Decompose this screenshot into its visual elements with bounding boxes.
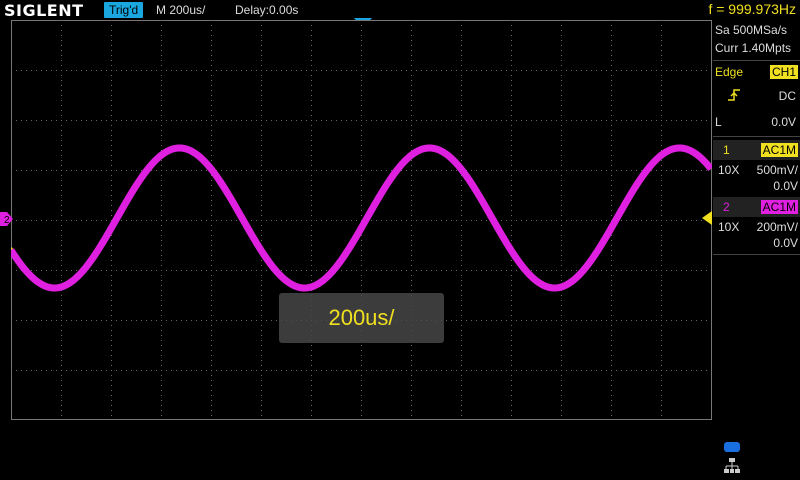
ch2-coupling-badge: AC1M: [760, 200, 798, 214]
network-icon: [724, 458, 740, 473]
waveform-display[interactable]: [11, 20, 712, 420]
trigger-level: 0.0V: [771, 115, 796, 129]
ch2-number: 2: [723, 200, 730, 214]
divider: [713, 254, 800, 255]
delay-label[interactable]: Delay:0.00s: [235, 3, 298, 17]
ch1-offset: 0.0V: [773, 179, 798, 193]
ch1-coupling-badge: AC1M: [760, 143, 798, 157]
timebase-popup-text: 200us/: [328, 305, 395, 330]
siglent-logo: SIGLENT: [4, 1, 84, 20]
ch1-probe: 10X: [718, 163, 740, 177]
divider: [713, 60, 800, 61]
ch2-scale: 200mV/: [756, 220, 798, 234]
divider: [713, 136, 800, 137]
rising-edge-icon: [728, 89, 740, 101]
usb-icon: [724, 442, 740, 452]
memory-depth: Curr 1.40Mpts: [715, 41, 792, 55]
trigger-source-badge: CH1: [769, 65, 798, 79]
trigger-status-badge[interactable]: Trig'd: [104, 2, 144, 18]
ch2-offset-marker[interactable]: 2: [0, 212, 14, 226]
sample-rate: Sa 500MSa/s: [715, 23, 788, 37]
timebase-label[interactable]: M 200us/: [156, 3, 205, 17]
svg-text:2: 2: [4, 215, 10, 226]
ch1-number: 1: [723, 143, 730, 157]
ch1-scale: 500mV/: [756, 163, 798, 177]
top-status-bar: SIGLENT Trig'd M 200us/ Delay:0.00s f = …: [0, 0, 800, 20]
trigger-level-prefix: L: [715, 115, 722, 129]
frequency-readout: f = 999.973Hz: [708, 1, 796, 17]
trigger-coupling: DC: [778, 89, 796, 103]
ch2-probe: 10X: [718, 220, 740, 234]
trigger-type: Edge: [715, 65, 744, 79]
right-info-panel: Sa 500MSa/s Curr 1.40Mpts Edge CH1 DC L …: [713, 20, 800, 480]
timebase-popup: 200us/: [279, 293, 444, 343]
trigger-level-marker[interactable]: [702, 211, 712, 225]
ch2-offset: 0.0V: [773, 236, 798, 250]
